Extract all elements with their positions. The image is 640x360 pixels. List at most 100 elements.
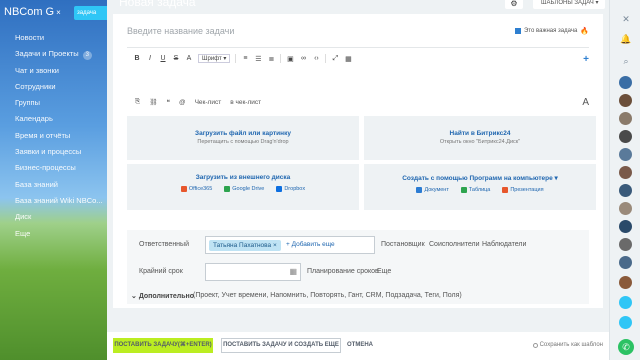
sidebar-item-tasks[interactable]: Задачи и Проекты 3 [15,46,103,62]
sidebar-item-news[interactable]: Новости [15,30,103,46]
gear-icon[interactable]: ⚙ [505,0,523,9]
editor-toolbar: B I U S A Шрифт ▾ ≡ ☰ ≣ ▣ ∞ ‹› ⤢ ▦ [133,54,352,63]
remove-icon[interactable]: × [273,242,277,249]
deadline-input[interactable]: ▦ [205,263,301,281]
cancel-button[interactable]: ОТМЕНА [347,338,373,353]
sidebar-item-kb[interactable]: База знаний [15,177,103,193]
sidebar-item-wiki[interactable]: База знаний Wiki NBCo... [15,193,103,209]
sidebar-item-calendar[interactable]: Календарь [15,111,103,127]
toolbar-divider [235,54,237,63]
document-button[interactable]: Документ [416,187,449,193]
important-checkbox[interactable]: Это важная задача 🔥 [514,27,589,35]
font-size-icon[interactable]: A [582,97,589,108]
search-icon[interactable]: ⌕ [620,56,632,67]
bell-icon[interactable]: 🔔 [620,34,632,45]
avatar[interactable] [619,296,632,309]
responsible-chip[interactable]: Татьяна Пахатнова × [209,240,281,251]
checklist-button[interactable]: Чек-лист [195,99,222,106]
document-icon [416,187,423,193]
brand-title[interactable]: NBCom G × [4,6,61,18]
additional-items[interactable]: (Проект, Учет времени, Напомнить, Повтор… [193,292,462,299]
close-icon[interactable]: ✕ [620,14,632,25]
create-task-button[interactable]: ПОСТАВИТЬ ЗАДАЧУ(⌘+ENTER) [113,338,213,353]
quote-icon[interactable]: ❝ [166,98,170,106]
bullet-list-icon[interactable]: ☰ [254,55,262,63]
bitrix-disk-tile[interactable]: Найти в Битрикс24 Открыть окно "Битрикс2… [364,116,596,160]
font-select[interactable]: Шрифт ▾ [198,54,231,63]
editor-bottom-tools: ⎘ ⛓ ❝ @ Чек-лист в чек-лист [135,98,261,106]
additional-toggle[interactable]: ⌄ Дополнительно [131,292,194,300]
sidebar-item-disk[interactable]: Диск [15,209,103,225]
in-checklist-button[interactable]: в чек-лист [230,99,261,106]
add-icon[interactable]: + [583,54,589,65]
planning-link[interactable]: Планирование сроков [307,268,379,275]
templates-button[interactable]: ШАБЛОНЫ ЗАДАЧ ▾ [533,0,605,9]
calendar-icon[interactable]: ▦ [289,267,297,276]
table-icon[interactable]: ▦ [344,55,352,63]
bitrix-title: Найти в Битрикс24 [449,130,511,137]
task-name-input[interactable]: Введите название задачи [127,26,234,36]
fire-icon: 🔥 [580,28,589,35]
office365-icon [180,186,187,192]
save-template-label: Сохранить как шаблон [539,342,603,348]
google-drive-button[interactable]: Google Drive [224,186,264,192]
avatar[interactable] [619,256,632,269]
link-icon[interactable]: ⛓ [149,98,157,106]
underline-icon[interactable]: U [159,55,167,62]
sidebar-item-employees[interactable]: Сотрудники [15,79,103,95]
upload-subtitle: Перетащить с помощью Drag'n'drop [197,139,289,145]
avatar[interactable] [619,148,632,161]
checkbox-icon[interactable] [514,28,521,34]
create-title[interactable]: Создать с помощью Программ на компьютере… [364,174,596,182]
sidebar-item-bizproc[interactable]: Бизнес-процессы [15,160,103,176]
link-icon[interactable]: ∞ [299,55,307,62]
bold-icon[interactable]: B [133,55,141,62]
more-link[interactable]: Еще [377,268,391,275]
avatar[interactable] [619,276,632,289]
avatar[interactable] [619,130,632,143]
attach-icon[interactable]: ⎘ [135,98,140,106]
dropbox-icon [276,186,283,192]
sidebar-item-groups[interactable]: Группы [15,95,103,111]
spreadsheet-button[interactable]: Таблица [460,187,490,193]
coexecutors-link[interactable]: Соисполнители [429,241,480,248]
observers-link[interactable]: Наблюдатели [482,241,526,248]
avatar[interactable] [619,238,632,251]
avatar[interactable] [619,166,632,179]
close-icon[interactable]: × [56,8,61,17]
numbered-list-icon[interactable]: ≡ [241,55,249,62]
presentation-icon [502,187,509,193]
dropbox-button[interactable]: Dropbox [276,186,305,192]
radio-icon[interactable] [532,342,538,348]
phone-icon[interactable]: ✆ [618,339,634,355]
sidebar-item-chat[interactable]: Чат и звонки [15,63,103,79]
sidebar-item-time[interactable]: Время и отчёты [15,128,103,144]
avatar[interactable] [619,94,632,107]
avatar[interactable] [619,76,632,89]
avatar[interactable] [619,220,632,233]
image-icon[interactable]: ▣ [286,55,294,63]
avatar[interactable] [619,112,632,125]
external-services: Office365 Google Drive Dropbox [127,186,359,194]
office365-button[interactable]: Office365 [180,186,212,192]
code-icon[interactable]: ‹› [312,55,320,62]
presentation-button[interactable]: Презентация [502,187,544,193]
avatar[interactable] [619,202,632,215]
create-and-new-button[interactable]: ПОСТАВИТЬ ЗАДАЧУ И СОЗДАТЬ ЕЩЕ [221,338,341,353]
align-icon[interactable]: ≣ [267,55,275,63]
sidebar-item-more[interactable]: Еще [15,226,103,242]
chat-icon[interactable] [619,316,632,329]
sidebar-item-requests[interactable]: Заявки и процессы [15,144,103,160]
text-color-icon[interactable]: A [185,55,193,62]
upload-file-tile[interactable]: Загрузить файл или картинку Перетащить с… [127,116,359,160]
fullscreen-icon[interactable]: ⤢ [331,55,339,63]
mention-icon[interactable]: @ [179,99,186,106]
save-template-checkbox[interactable]: Сохранить как шаблон [532,342,603,348]
task-slider-flag[interactable]: задача [74,6,108,20]
add-more-link[interactable]: + Добавить еще [286,241,335,248]
avatar[interactable] [619,184,632,197]
strikethrough-icon[interactable]: S [172,55,180,62]
italic-icon[interactable]: I [146,55,154,62]
creator-link[interactable]: Постановщик [381,241,425,248]
responsible-field[interactable]: Татьяна Пахатнова × + Добавить еще [205,236,375,254]
